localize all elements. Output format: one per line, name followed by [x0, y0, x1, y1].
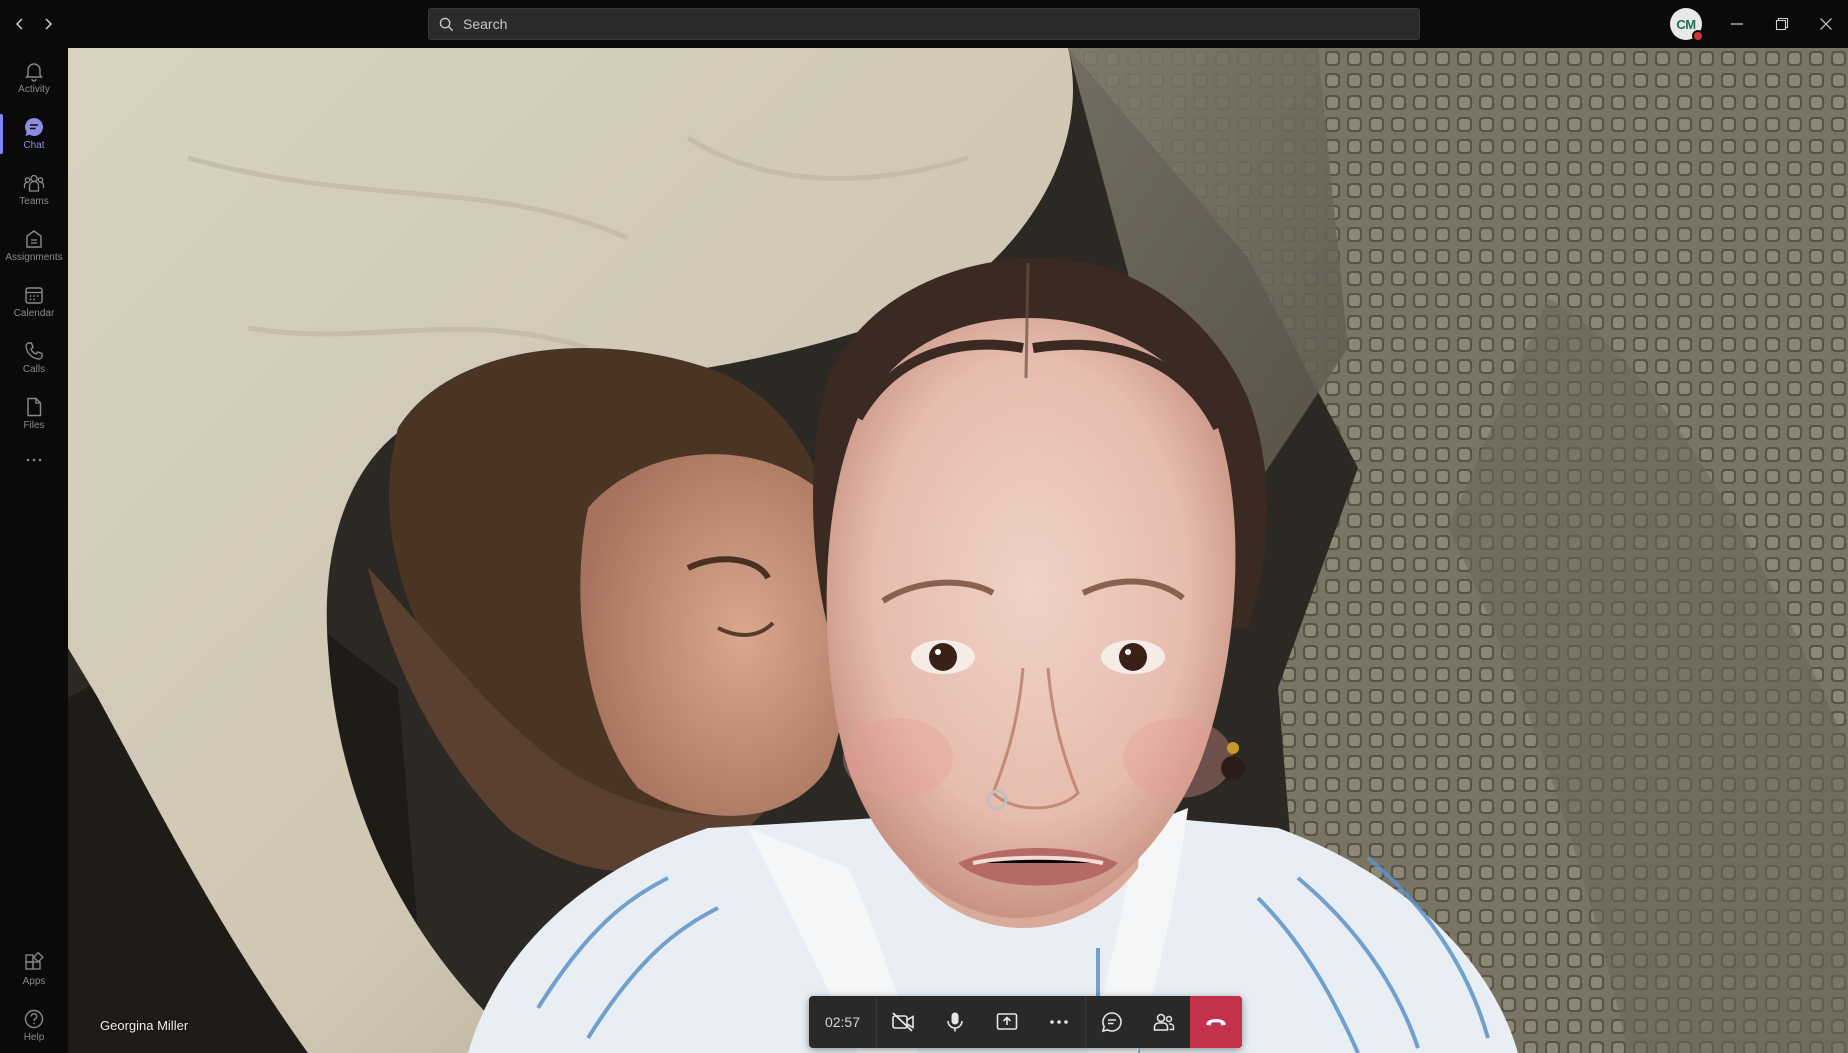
rail-item-apps[interactable]: Apps — [0, 942, 68, 996]
phone-hangup-icon — [1206, 1019, 1226, 1026]
rail-item-label: Assignments — [5, 251, 63, 263]
avatar-initials: CM — [1676, 16, 1696, 32]
rail-item-activity[interactable]: Activity — [0, 50, 68, 104]
rail-item-files[interactable]: Files — [0, 386, 68, 440]
teams-icon — [23, 174, 45, 192]
calendar-icon — [25, 286, 43, 304]
people-icon — [1153, 1013, 1175, 1031]
participant-video — [68, 48, 1848, 1053]
app-bar: Activity Chat Teams Assignments Calendar… — [0, 48, 68, 1053]
more-horizontal-icon — [26, 458, 42, 462]
rail-more-button[interactable] — [0, 440, 68, 480]
participants-button[interactable] — [1138, 996, 1190, 1048]
assignments-icon — [26, 229, 42, 248]
presence-indicator — [1692, 30, 1704, 42]
rail-item-calls[interactable]: Calls — [0, 330, 68, 384]
rail-item-label: Files — [23, 419, 45, 431]
rail-item-calendar[interactable]: Calendar — [0, 274, 68, 328]
rail-item-label: Activity — [18, 83, 50, 95]
restore-button[interactable] — [1760, 0, 1804, 48]
rail-item-label: Teams — [19, 195, 49, 207]
minimize-button[interactable] — [1715, 0, 1759, 48]
rail-item-label: Help — [23, 1031, 45, 1043]
minimize-icon — [1731, 23, 1743, 25]
title-bar: CM — [0, 0, 1848, 48]
apps-icon — [25, 951, 44, 970]
chat-button[interactable] — [1086, 996, 1138, 1048]
call-timer: 02:57 — [809, 996, 877, 1048]
rail-item-chat[interactable]: Chat — [0, 106, 68, 160]
phone-icon — [25, 341, 43, 360]
chat-icon — [25, 117, 43, 136]
back-button[interactable] — [8, 12, 32, 36]
rail-item-teams[interactable]: Teams — [0, 162, 68, 216]
share-screen-icon — [996, 1013, 1018, 1030]
camera-toggle-button[interactable] — [877, 996, 929, 1048]
call-controls: 02:57 — [809, 996, 1242, 1048]
chevron-left-icon — [15, 18, 23, 30]
search-input[interactable] — [463, 16, 1363, 32]
rail-item-label: Chat — [23, 139, 45, 151]
share-screen-button[interactable] — [981, 996, 1033, 1048]
help-icon — [24, 1009, 44, 1028]
microphone-button[interactable] — [929, 996, 981, 1048]
bell-icon — [25, 62, 43, 82]
camera-off-icon — [892, 1012, 914, 1032]
forward-button[interactable] — [36, 12, 60, 36]
restore-icon — [1775, 17, 1789, 31]
more-actions-button[interactable] — [1033, 996, 1085, 1048]
close-window-button[interactable] — [1804, 0, 1848, 48]
more-horizontal-icon — [1050, 1020, 1068, 1024]
rail-item-help[interactable]: Help — [0, 998, 68, 1052]
participant-name: Georgina Miller — [100, 1018, 189, 1033]
file-icon — [27, 397, 42, 416]
teams-window: CM Activity Chat Teams Assignments — [0, 0, 1848, 1053]
rail-item-label: Apps — [22, 975, 46, 987]
rail-item-label: Calendar — [13, 307, 55, 319]
chevron-right-icon — [45, 18, 53, 30]
search-box[interactable] — [428, 8, 1420, 40]
hang-up-button[interactable] — [1190, 996, 1242, 1048]
rail-item-assignments[interactable]: Assignments — [0, 218, 68, 272]
microphone-icon — [947, 1012, 963, 1032]
avatar[interactable]: CM — [1670, 8, 1704, 42]
rail-item-label: Calls — [22, 363, 46, 375]
chat-bubble-icon — [1101, 1012, 1122, 1033]
search-icon — [439, 17, 454, 31]
video-stage: Georgina Miller 02:57 — [68, 48, 1848, 1053]
close-icon — [1820, 18, 1832, 30]
